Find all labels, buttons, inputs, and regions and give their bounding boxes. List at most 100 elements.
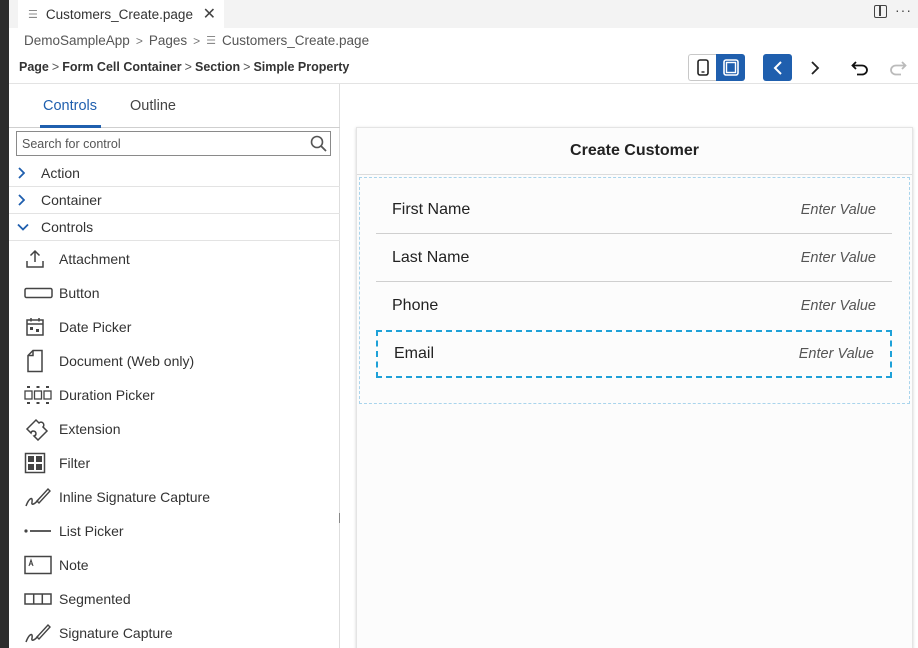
close-icon[interactable]: ✕ — [203, 4, 216, 24]
control-label: Extension — [59, 421, 121, 437]
list-picker-icon — [24, 529, 51, 533]
field-placeholder: Enter Value — [800, 249, 876, 266]
category-container[interactable]: Container — [9, 187, 340, 214]
control-label: Date Picker — [59, 319, 132, 335]
page-header[interactable]: Create Customer — [357, 128, 912, 175]
chevron-right-icon: > — [184, 60, 192, 74]
control-item-date-picker[interactable]: Date Picker — [9, 310, 340, 344]
redo-icon — [890, 60, 907, 75]
page-file-icon: ☰ — [28, 8, 38, 21]
control-item-note[interactable]: Note — [9, 548, 340, 582]
chevron-right-icon: > — [193, 33, 201, 48]
editor-tab-strip: ☰ Customers_Create.page ✕ ··· — [9, 0, 918, 28]
chevron-right-icon — [18, 194, 25, 206]
activity-bar — [0, 0, 9, 648]
path-item-page[interactable]: Page — [19, 60, 49, 74]
control-item-button[interactable]: Button — [9, 276, 340, 310]
signature-icon — [25, 623, 51, 643]
undo-button[interactable] — [847, 54, 873, 81]
category-action[interactable]: Action — [9, 160, 340, 187]
control-item-list-picker[interactable]: List Picker — [9, 514, 340, 548]
control-list: Attachment Button Date Picker Document (… — [9, 242, 340, 648]
form-row-phone[interactable]: Phone Enter Value — [376, 282, 892, 330]
control-label: Inline Signature Capture — [59, 489, 210, 505]
attachment-icon — [26, 249, 44, 268]
signature-icon — [25, 487, 51, 507]
filter-icon — [24, 452, 46, 474]
undo-icon — [851, 60, 868, 75]
field-label: First Name — [392, 200, 471, 218]
category-controls[interactable]: Controls — [9, 214, 340, 241]
document-icon — [27, 349, 43, 373]
selection-path: Page > Form Cell Container > Section > S… — [19, 60, 349, 74]
navigate-forward-button[interactable] — [802, 54, 828, 81]
control-search-box — [16, 131, 331, 156]
chevron-right-icon: > — [135, 33, 143, 48]
field-placeholder: Enter Value — [800, 201, 876, 218]
category-label: Container — [41, 192, 102, 208]
split-editor-icon[interactable] — [874, 5, 887, 18]
tab-controls[interactable]: Controls — [43, 98, 97, 114]
control-item-extension[interactable]: Extension — [9, 412, 340, 446]
tablet-icon — [722, 59, 739, 76]
breadcrumb-item-file[interactable]: Customers_Create.page — [222, 33, 369, 48]
phone-preview-button[interactable] — [688, 54, 716, 81]
control-label: Attachment — [59, 251, 130, 267]
control-item-duration-picker[interactable]: Duration Picker — [9, 378, 340, 412]
chevron-right-icon — [18, 167, 25, 179]
control-item-signature-capture[interactable]: Signature Capture — [9, 616, 340, 648]
editor-tab-title: Customers_Create.page — [45, 6, 193, 22]
phone-icon — [696, 59, 709, 76]
tablet-preview-button[interactable] — [716, 54, 745, 81]
chevron-left-icon — [773, 60, 782, 75]
control-item-document[interactable]: Document (Web only) — [9, 344, 340, 378]
breadcrumb-item-pages[interactable]: Pages — [149, 33, 187, 48]
field-placeholder: Enter Value — [798, 346, 874, 362]
search-icon[interactable] — [309, 134, 328, 153]
form-row-first-name[interactable]: First Name Enter Value — [376, 186, 892, 234]
control-label: Button — [59, 285, 100, 301]
device-frame: Create Customer First Name Enter Value L… — [356, 127, 913, 648]
field-placeholder: Enter Value — [800, 298, 876, 314]
control-item-filter[interactable]: Filter — [9, 446, 340, 480]
control-label: Segmented — [59, 591, 131, 607]
controls-panel: Controls Outline Action Container Contro… — [9, 84, 340, 648]
path-item-simple-property[interactable]: Simple Property — [253, 60, 349, 74]
duration-icon — [24, 386, 52, 404]
button-icon — [24, 287, 53, 299]
field-label: Phone — [392, 297, 439, 314]
panel-tabs: Controls Outline — [9, 84, 340, 128]
control-item-inline-signature-capture[interactable]: Inline Signature Capture — [9, 480, 340, 514]
chevron-right-icon: > — [243, 60, 251, 74]
search-input[interactable] — [22, 135, 307, 153]
navigate-back-button[interactable] — [763, 54, 792, 81]
page-title: Create Customer — [570, 142, 699, 159]
path-item-section[interactable]: Section — [195, 60, 240, 74]
note-icon — [24, 555, 52, 575]
control-label: Note — [59, 557, 89, 573]
breadcrumb: DemoSampleApp > Pages > ☰ Customers_Crea… — [24, 33, 369, 48]
path-item-form-cell-container[interactable]: Form Cell Container — [62, 60, 181, 74]
chevron-down-icon — [17, 223, 29, 231]
redo-button[interactable] — [885, 54, 911, 81]
category-label: Action — [41, 165, 80, 181]
control-label: Document (Web only) — [59, 353, 195, 369]
control-label: Filter — [59, 455, 91, 471]
form-row-email[interactable]: Email Enter Value — [376, 330, 892, 378]
form-row-last-name[interactable]: Last Name Enter Value — [376, 234, 892, 282]
control-item-segmented[interactable]: Segmented — [9, 582, 340, 616]
chevron-right-icon — [811, 60, 820, 75]
control-item-attachment[interactable]: Attachment — [9, 242, 340, 276]
page-preview: Create Customer First Name Enter Value L… — [341, 84, 918, 648]
page-file-icon: ☰ — [206, 35, 216, 47]
more-actions-icon[interactable]: ··· — [895, 2, 912, 18]
calendar-icon — [26, 318, 44, 336]
editor-tab[interactable]: ☰ Customers_Create.page ✕ — [18, 0, 224, 28]
tab-outline[interactable]: Outline — [130, 98, 176, 114]
breadcrumb-item-app[interactable]: DemoSampleApp — [24, 33, 130, 48]
segmented-icon — [24, 593, 52, 605]
chevron-right-icon: > — [51, 60, 60, 74]
active-tab-indicator — [40, 125, 101, 128]
field-label: Last Name — [392, 248, 470, 266]
control-label: List Picker — [59, 523, 124, 539]
